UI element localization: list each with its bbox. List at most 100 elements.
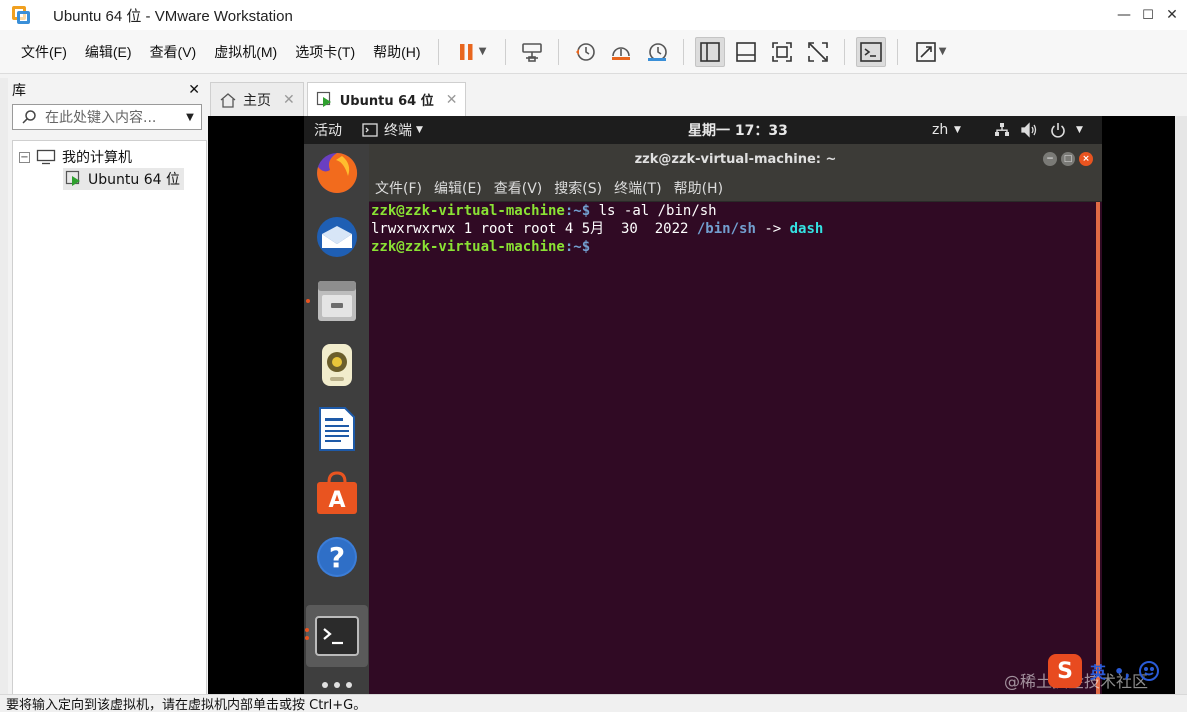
tree-item-my-computer[interactable]: − 我的计算机 — [19, 147, 132, 167]
dock-rhythmbox[interactable] — [312, 340, 362, 390]
power-icon[interactable] — [1050, 122, 1066, 138]
help-question-icon: ? — [317, 537, 357, 577]
close-button[interactable]: ✕ — [1158, 0, 1186, 30]
keyboard-network-icon — [521, 42, 542, 62]
svg-text:A: A — [328, 488, 345, 513]
window-title: Ubuntu 64 位 - VMware Workstation — [53, 7, 293, 25]
vm-running-icon — [65, 170, 80, 186]
terminal-output[interactable]: zzk@zzk-virtual-machine:~$ ls -al /bin/s… — [369, 202, 1096, 694]
terminal-maximize-icon[interactable]: □ — [1061, 152, 1075, 166]
snapshot-manager-button[interactable] — [642, 37, 672, 67]
library-search-box[interactable]: 在此处键入内容... ▼ — [12, 104, 202, 130]
file-metadata: lrwxrwxrwx 1 root root 4 5月 30 2022 — [371, 221, 697, 237]
toolbar-separator — [843, 38, 845, 65]
terminal-minimize-icon[interactable]: − — [1043, 152, 1057, 166]
terminal-menu-view[interactable]: 查看(V) — [494, 178, 543, 198]
ime-mode[interactable]: 英 — [1090, 659, 1106, 683]
library-panel: 库 ✕ 在此处键入内容... ▼ − 我的计算机 Ubuntu 64 位 — [8, 78, 207, 698]
dock-thunderbird[interactable] — [312, 212, 362, 262]
ubuntu-desktop[interactable]: 活动 终端 ▼ 星期一 17：33 zh ▼ ▼ A ? zzk@zzk-vir… — [304, 116, 1102, 694]
terminal-window[interactable]: zzk@zzk-virtual-machine: ~ − □ × 文件(F) 编… — [369, 144, 1102, 694]
ime-punct-icon[interactable]: •, — [1114, 662, 1130, 681]
snapshot-manager-icon — [647, 42, 667, 61]
terminal-title: zzk@zzk-virtual-machine: ~ — [634, 151, 837, 167]
snapshot-button[interactable] — [570, 37, 600, 67]
files-cabinet-icon — [318, 281, 356, 321]
terminal-menu-bar: 文件(F) 编辑(E) 查看(V) 搜索(S) 终端(T) 帮助(H) — [369, 174, 1102, 202]
stretch-icon — [915, 41, 936, 62]
full-screen-icon — [771, 41, 792, 62]
activities-button[interactable]: 活动 — [314, 120, 342, 140]
search-dropdown-icon[interactable]: ▼ — [179, 105, 201, 129]
tab-ubuntu-close-icon[interactable]: ✕ — [446, 92, 458, 108]
tab-ubuntu[interactable]: Ubuntu 64 位 ✕ — [306, 82, 467, 116]
dock-show-applications[interactable] — [312, 670, 362, 694]
chevron-down-icon: ▼ — [478, 46, 487, 57]
terminal-close-icon[interactable]: × — [1079, 152, 1093, 166]
library-close-icon[interactable]: ✕ — [188, 82, 200, 98]
stretch-guest-button[interactable]: ▼ — [909, 37, 953, 67]
menu-view[interactable]: 查看(V) — [141, 42, 206, 62]
dock-libreoffice-writer[interactable] — [312, 404, 362, 454]
input-language[interactable]: zh — [932, 122, 948, 138]
revert-snapshot-button[interactable] — [606, 37, 636, 67]
terminal-menu-edit[interactable]: 编辑(E) — [434, 178, 482, 198]
svg-text:?: ? — [329, 541, 345, 574]
menu-help[interactable]: 帮助(H) — [364, 42, 429, 62]
chevron-down-icon: ▼ — [1076, 125, 1083, 135]
collapse-icon[interactable]: − — [19, 151, 30, 163]
terminal-title-bar[interactable]: zzk@zzk-virtual-machine: ~ − □ × — [369, 144, 1102, 174]
file-name: /bin/sh — [696, 221, 756, 237]
menu-file[interactable]: 文件(F) — [12, 42, 76, 62]
terminal-icon — [315, 616, 359, 656]
app-menu-terminal[interactable]: 终端 — [384, 120, 412, 140]
command-text: ls -al /bin/sh — [590, 203, 717, 219]
terminal-menu-help[interactable]: 帮助(H) — [674, 178, 723, 198]
unity-mode-icon — [807, 41, 828, 62]
music-speaker-icon — [322, 344, 352, 386]
suspend-button[interactable]: ▼ — [450, 37, 494, 67]
toolbar-separator — [557, 38, 559, 65]
menu-vm[interactable]: 虚拟机(M) — [205, 42, 286, 62]
network-icon[interactable] — [994, 122, 1010, 138]
dock-software[interactable]: A — [312, 468, 362, 518]
thumbnail-bar-button[interactable] — [731, 37, 761, 67]
vm-display[interactable]: 活动 终端 ▼ 星期一 17：33 zh ▼ ▼ A ? zzk@zzk-vir… — [208, 116, 1175, 694]
library-title: 库 — [12, 83, 26, 99]
dock-firefox[interactable] — [312, 148, 362, 198]
ime-toolbar[interactable]: S 英 •, — [1048, 652, 1187, 690]
terminal-scroll-border — [1096, 202, 1100, 694]
terminal-app-icon — [362, 123, 378, 137]
dock-terminal[interactable] — [306, 605, 368, 667]
menu-edit[interactable]: 编辑(E) — [76, 42, 141, 62]
dock-files[interactable] — [312, 276, 362, 326]
console-icon — [859, 41, 882, 62]
sogou-ime-logo[interactable]: S — [1048, 654, 1082, 688]
volume-icon[interactable] — [1020, 122, 1038, 138]
tree-item-ubuntu-vm[interactable]: Ubuntu 64 位 — [63, 168, 184, 190]
terminal-menu-search[interactable]: 搜索(S) — [554, 178, 602, 198]
status-bar: 要将输入定向到该虚拟机，请在虚拟机内部单击或按 Ctrl+G。 — [0, 694, 1187, 712]
show-library-button[interactable] — [694, 36, 725, 67]
terminal-line-1: zzk@zzk-virtual-machine:~$ ls -al /bin/s… — [371, 202, 1094, 220]
unity-button[interactable] — [803, 37, 833, 67]
chevron-down-icon: ▼ — [416, 125, 423, 135]
top-bar-clock[interactable]: 星期一 17：33 — [688, 120, 788, 140]
vm-running-icon — [316, 91, 331, 107]
ime-emoji-icon[interactable] — [1138, 660, 1160, 682]
tab-home[interactable]: 主页 ✕ — [210, 82, 304, 116]
send-ctrl-alt-del-button[interactable] — [517, 37, 547, 67]
prompt-path: :~$ — [564, 239, 591, 255]
prompt-user: zzk@zzk-virtual-machine — [371, 239, 565, 255]
console-view-button[interactable] — [855, 36, 886, 67]
menu-tabs[interactable]: 选项卡(T) — [286, 42, 364, 62]
library-search-input[interactable]: 在此处键入内容... — [45, 107, 179, 127]
terminal-menu-terminal[interactable]: 终端(T) — [614, 178, 661, 198]
dock-help[interactable]: ? — [312, 532, 362, 582]
ubuntu-dock: A ? — [304, 144, 369, 694]
tab-home-close-icon[interactable]: ✕ — [283, 92, 295, 108]
firefox-icon — [317, 152, 358, 193]
terminal-menu-file[interactable]: 文件(F) — [375, 178, 422, 198]
full-screen-button[interactable] — [767, 37, 797, 67]
toolbar-separator — [682, 38, 684, 65]
